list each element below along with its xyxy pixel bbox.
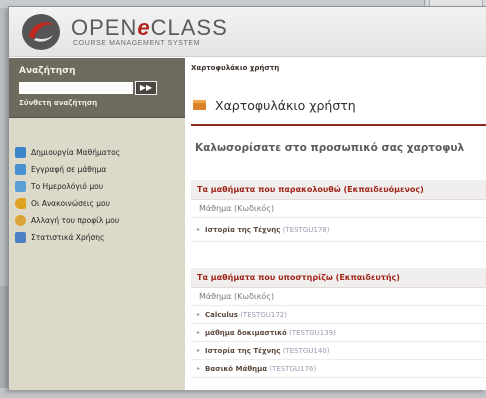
- search-title: Αναζήτηση: [19, 66, 76, 76]
- advanced-search-link[interactable]: Σύνθετη αναζήτηση: [19, 99, 97, 107]
- bullet-arrow-icon: ▸: [197, 347, 201, 354]
- course-link[interactable]: Ιστορία της Τέχνης: [205, 347, 280, 355]
- welcome-message: Καλωσορίσατε στο προσωπικό σας χαρτοφυλ: [195, 142, 465, 154]
- breadcrumb[interactable]: Χαρτοφυλάκιο χρήστη: [191, 64, 279, 72]
- bullet-arrow-icon: ▸: [197, 329, 201, 336]
- search-box: Αναζήτηση ▶▶ Σύνθετη αναζήτηση: [9, 58, 185, 118]
- page-title: Χαρτοφυλάκιο χρήστη: [215, 98, 356, 113]
- column-header: Μάθημα (Κωδικός): [191, 288, 486, 306]
- sidebar-item-label: Οι Ανακοινώσεις μου: [31, 199, 110, 208]
- profile-icon: [15, 215, 26, 226]
- sidebar-item-enroll[interactable]: Εγγραφή σε μάθημα: [9, 161, 185, 178]
- course-code: (TESTGU176): [269, 365, 317, 373]
- bullet-arrow-icon: ▸: [197, 311, 201, 318]
- bullet-arrow-icon: ▸: [197, 365, 201, 372]
- sidebar-item-calendar[interactable]: Το Ημερολόγιό μου: [9, 178, 185, 195]
- calendar-icon: [15, 181, 26, 192]
- search-input[interactable]: [19, 82, 133, 94]
- create-course-icon: [15, 147, 26, 158]
- course-row[interactable]: ▸ Ιστορία της Τέχνης (TESTGU178): [191, 218, 486, 242]
- search-go-button[interactable]: ▶▶: [135, 81, 157, 95]
- sidebar-item-label: Στατιστικά Χρήσης: [31, 233, 105, 242]
- sidebar-menu: Δημιουργία Μαθήματος Εγγραφή σε μάθημα Τ…: [9, 144, 185, 246]
- site-logo-text[interactable]: OPENeCLASS: [71, 17, 228, 39]
- enroll-icon: [15, 164, 26, 175]
- sidebar-item-profile[interactable]: Αλλαγή του προφίλ μου: [9, 212, 185, 229]
- course-link[interactable]: Βασικό Μάθημα: [205, 365, 267, 373]
- course-code: (TESTGU172): [240, 311, 287, 319]
- course-link[interactable]: Calculus: [205, 311, 238, 319]
- site-logo-subtitle: COURSE MANAGEMENT SYSTEM: [73, 40, 201, 47]
- heading-divider: [191, 124, 486, 126]
- sidebar-item-create-course[interactable]: Δημιουργία Μαθήματος: [9, 144, 185, 161]
- course-code: (TESTGU139): [289, 329, 336, 337]
- student-courses-panel: Τα μαθήματα που παρακολουθώ (Εκπαιδευόμε…: [191, 180, 486, 242]
- course-row[interactable]: ▸ Βασικό Μάθημα (TESTGU176): [191, 360, 486, 378]
- sidebar-item-label: Αλλαγή του προφίλ μου: [31, 216, 120, 225]
- sidebar-item-announcements[interactable]: Οι Ανακοινώσεις μου: [9, 195, 185, 212]
- sidebar-item-label: Εγγραφή σε μάθημα: [31, 165, 107, 174]
- sidebar-item-label: Δημιουργία Μαθήματος: [31, 148, 121, 157]
- sidebar: Αναζήτηση ▶▶ Σύνθετη αναζήτηση Δημιουργί…: [9, 58, 185, 390]
- announcements-icon: [15, 198, 26, 209]
- stats-icon: [15, 232, 26, 243]
- panel-title: Τα μαθήματα που υποστηρίζω (Εκπαιδευτής): [191, 268, 486, 288]
- column-header: Μάθημα (Κωδικός): [191, 200, 486, 218]
- course-row[interactable]: ▸ Calculus (TESTGU172): [191, 306, 486, 324]
- sidebar-item-stats[interactable]: Στατιστικά Χρήσης: [9, 229, 185, 246]
- bullet-arrow-icon: ▸: [197, 226, 201, 233]
- course-link[interactable]: μάθημα δοκιμαστικό: [205, 329, 287, 337]
- site-header: OPENeCLASS COURSE MANAGEMENT SYSTEM: [9, 7, 486, 57]
- browser-window: OPENeCLASS COURSE MANAGEMENT SYSTEM Αναζ…: [8, 6, 486, 390]
- course-code: (TESTGU178): [282, 226, 330, 234]
- sidebar-item-label: Το Ημερολόγιό μου: [31, 182, 104, 191]
- panel-title: Τα μαθήματα που παρακολουθώ (Εκπαιδευόμε…: [191, 180, 486, 200]
- openeclass-logo-icon: [22, 14, 60, 50]
- course-row[interactable]: ▸ Ιστορία της Τέχνης (TESTGU140): [191, 342, 486, 360]
- main-content: Χαρτοφυλάκιο χρήστη Χαρτοφυλάκιο χρήστη …: [185, 58, 486, 390]
- course-link[interactable]: Ιστορία της Τέχνης: [205, 226, 280, 234]
- course-row[interactable]: ▸ μάθημα δοκιμαστικό (TESTGU139): [191, 324, 486, 342]
- teacher-courses-panel: Τα μαθήματα που υποστηρίζω (Εκπαιδευτής)…: [191, 268, 486, 378]
- course-code: (TESTGU140): [282, 347, 330, 355]
- briefcase-icon: [193, 100, 206, 110]
